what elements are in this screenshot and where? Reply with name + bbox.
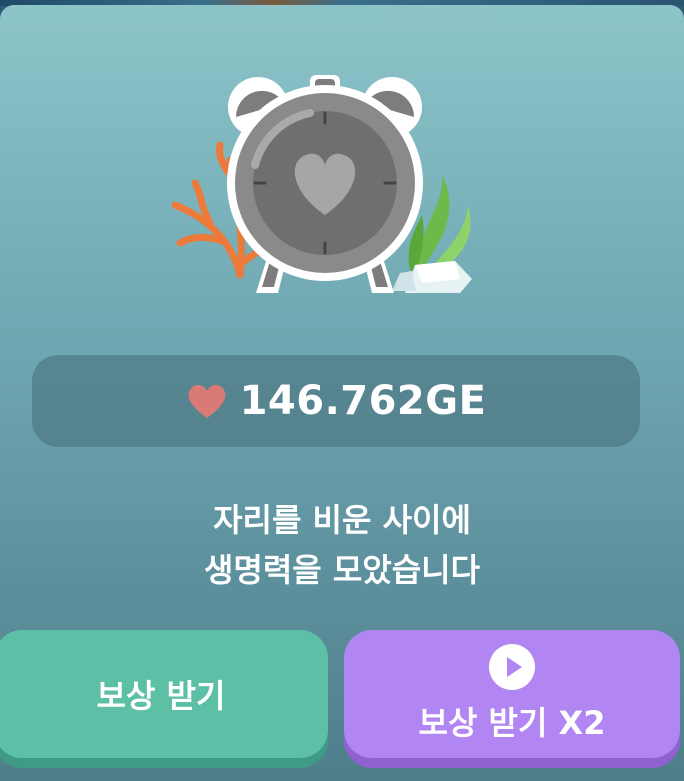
- screen: 146.762GE 자리를 비운 사이에 생명력을 모았습니다 보상 받기 보상…: [0, 0, 684, 781]
- reward-amount-bar: 146.762GE: [32, 355, 640, 447]
- message-line-2: 생명력을 모았습니다: [203, 551, 481, 589]
- claim-reward-button[interactable]: 보상 받기: [0, 630, 328, 758]
- claim-reward-label: 보상 받기: [96, 677, 226, 715]
- alarm-clock-heart-icon: [171, 75, 472, 293]
- claim-reward-x2-button[interactable]: 보상 받기 X2: [344, 630, 680, 758]
- idle-reward-message: 자리를 비운 사이에 생명력을 모았습니다: [0, 495, 684, 595]
- rock-icon: [392, 261, 472, 293]
- heart-icon: [188, 384, 226, 418]
- reward-amount: 146.762GE: [239, 378, 487, 424]
- play-icon: [489, 644, 535, 690]
- message-line-1: 자리를 비운 사이에: [213, 501, 471, 539]
- claim-reward-x2-label: 보상 받기 X2: [418, 704, 606, 742]
